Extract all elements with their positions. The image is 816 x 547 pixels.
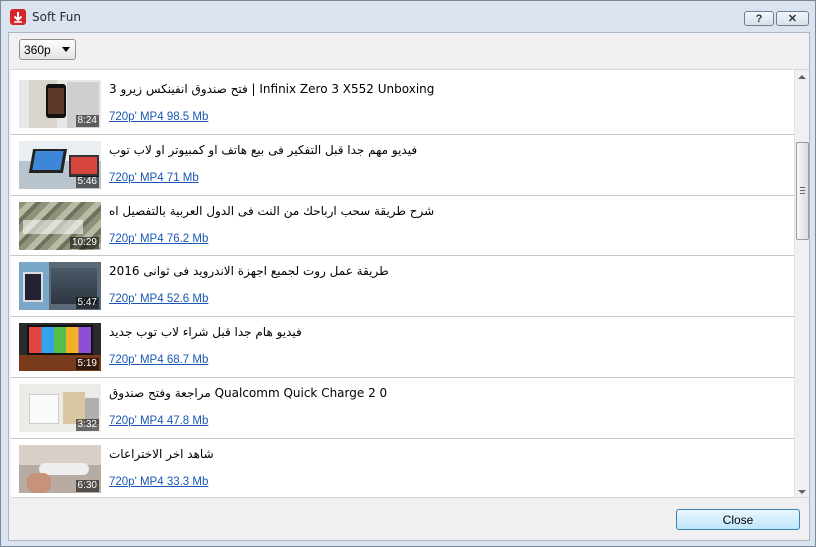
list-item: 8:24 فتح صندوق انفينكس زيرو 3 | Infinix … — [11, 74, 794, 135]
scroll-up-arrow-icon[interactable] — [798, 75, 806, 79]
list-item: 6:30 شاهد اخر الاختراعات 720p' MP4 33.3 … — [11, 439, 794, 497]
quality-selected-value: 360p — [24, 43, 51, 57]
download-link[interactable]: 720p' MP4 98.5 Mb — [109, 111, 208, 123]
list-item: 10:29 شرح طريقة سحب ارباحك من النت فى ال… — [11, 196, 794, 257]
scrollbar-thumb[interactable] — [796, 142, 809, 240]
video-duration: 5:47 — [75, 297, 99, 310]
video-title: شاهد اخر الاختراعات — [109, 446, 214, 461]
chevron-down-icon — [62, 47, 70, 52]
dialog-content: 360p 8:24 فتح صندوق انفينكس زيرو 3 | Inf… — [8, 32, 810, 541]
video-list[interactable]: 8:24 فتح صندوق انفينكس زيرو 3 | Infinix … — [11, 69, 809, 498]
window-close-button[interactable]: ✕ — [776, 11, 809, 26]
download-link[interactable]: 720p' MP4 68.7 Mb — [109, 354, 208, 366]
download-link[interactable]: 720p' MP4 47.8 Mb — [109, 415, 208, 427]
download-link[interactable]: 720p' MP4 76.2 Mb — [109, 233, 208, 245]
video-duration: 6:30 — [75, 479, 99, 492]
window-title: Soft Fun — [32, 10, 81, 24]
video-title: شرح طريقة سحب ارباحك من النت فى الدول ال… — [109, 203, 435, 218]
download-arrow-icon — [10, 9, 26, 25]
video-title: فتح صندوق انفينكس زيرو 3 | Infinix Zero … — [109, 82, 435, 96]
video-thumbnail: 10:29 — [19, 201, 101, 250]
quality-dropdown[interactable]: 360p — [19, 39, 76, 60]
download-link[interactable]: 720p' MP4 71 Mb — [109, 172, 199, 184]
video-title: فيديو هام جدا قبل شراء لاب توب جديد — [109, 325, 302, 340]
video-duration: 3:32 — [75, 418, 99, 431]
video-title: فيديو مهم جدا قبل التفكير فى بيع هاتف او… — [109, 142, 418, 157]
dialog-window: Soft Fun ? ✕ 360p 8:24 فتح صندوق انفينكس… — [0, 0, 816, 547]
video-thumbnail: 6:30 — [19, 444, 101, 493]
video-thumbnail: 8:24 — [19, 80, 101, 128]
download-link[interactable]: 720p' MP4 33.3 Mb — [109, 476, 208, 488]
close-button[interactable]: Close — [676, 509, 800, 530]
list-item: 5:46 فيديو مهم جدا قبل التفكير فى بيع ها… — [11, 135, 794, 196]
video-title: طريقة عمل روت لجميع اجهزة الاندرويد فى ث… — [109, 264, 389, 279]
video-thumbnail: 5:47 — [19, 262, 101, 311]
vertical-scrollbar[interactable] — [794, 70, 809, 497]
video-title: مراجعة وفتح صندوق Qualcomm Quick Charge … — [109, 385, 388, 400]
video-duration: 5:19 — [75, 358, 99, 371]
list-item: 3:32 مراجعة وفتح صندوق Qualcomm Quick Ch… — [11, 378, 794, 439]
grip-icon — [800, 187, 805, 194]
download-link[interactable]: 720p' MP4 52.6 Mb — [109, 293, 208, 305]
video-duration: 5:46 — [75, 175, 99, 188]
scroll-down-arrow-icon[interactable] — [798, 490, 806, 494]
video-duration: 10:29 — [69, 236, 99, 249]
video-thumbnail: 3:32 — [19, 383, 101, 432]
help-button[interactable]: ? — [744, 11, 774, 26]
video-thumbnail: 5:19 — [19, 323, 101, 372]
title-bar[interactable]: Soft Fun ? ✕ — [1, 1, 815, 33]
video-thumbnail: 5:46 — [19, 140, 101, 189]
list-item: 5:47 طريقة عمل روت لجميع اجهزة الاندرويد… — [11, 256, 794, 318]
list-item: 5:19 فيديو هام جدا قبل شراء لاب توب جديد… — [11, 317, 794, 378]
video-duration: 8:24 — [75, 115, 99, 127]
